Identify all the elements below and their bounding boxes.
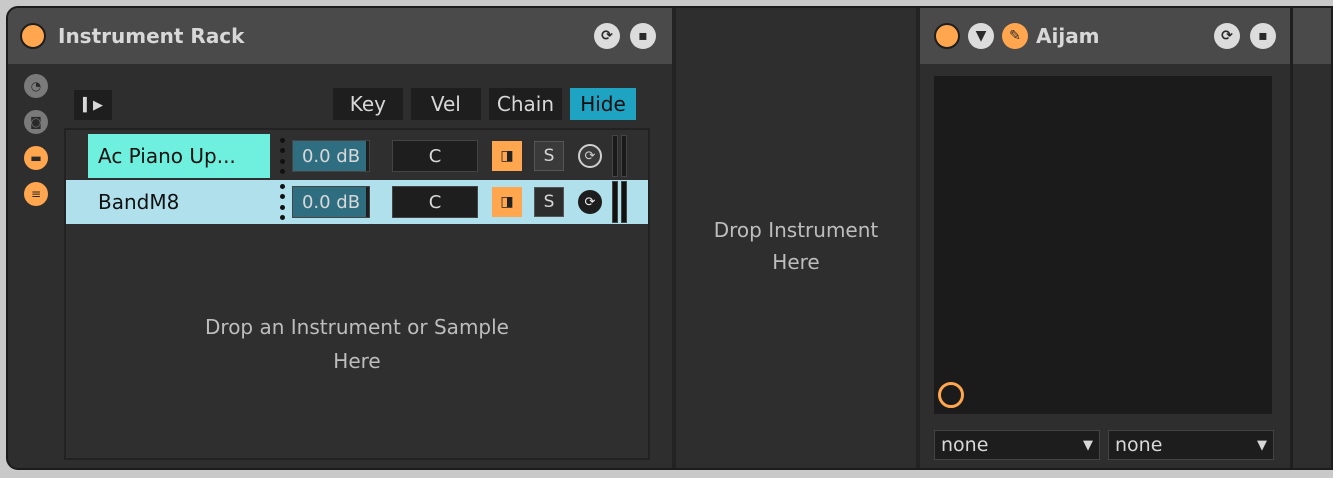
- rack-side-controls: ◔ ◙ ▬ ≡: [22, 68, 54, 218]
- aijam-title: Aijam: [1036, 24, 1100, 48]
- chain-name[interactable]: BandM8: [88, 180, 270, 224]
- save-icon[interactable]: ▪: [630, 23, 656, 49]
- chain-row[interactable]: Ac Piano Up... 0.0 dB C ◨ S ⟳: [66, 134, 648, 178]
- zone-toggle-group: Key Vel Chain Hide: [332, 88, 636, 120]
- chain-list-toggle-icon[interactable]: ▬: [24, 146, 48, 170]
- snapshot-icon[interactable]: ◙: [24, 110, 48, 134]
- speaker-icon[interactable]: ◨: [492, 141, 522, 171]
- solo-button[interactable]: S: [534, 187, 564, 217]
- drop-text-line: Here: [333, 349, 381, 373]
- chain-hot-swap-icon[interactable]: ⟳: [578, 190, 602, 214]
- wrench-icon[interactable]: ✎: [1002, 23, 1028, 49]
- rack-power-button[interactable]: [20, 23, 46, 49]
- drop-text-line: Here: [772, 250, 820, 274]
- solo-button[interactable]: S: [534, 141, 564, 171]
- volume-value: 0.0 dB: [301, 191, 361, 213]
- dropdown-value: none: [941, 434, 989, 456]
- rack-title: Instrument Rack: [58, 24, 245, 48]
- drop-text-line: Drop Instrument: [713, 218, 879, 242]
- aijam-power-button[interactable]: [934, 23, 960, 49]
- chain-volume[interactable]: 0.0 dB: [292, 186, 370, 218]
- aijam-body: none ▼ none ▼: [920, 64, 1290, 468]
- chain-list: Ac Piano Up... 0.0 dB C ◨ S ⟳ BandM8 0.0…: [64, 128, 650, 460]
- rack-drop-zone[interactable]: Drop an Instrument or Sample Here: [66, 310, 648, 378]
- hot-swap-icon[interactable]: ⟳: [594, 23, 620, 49]
- instrument-drop-zone[interactable]: Drop Instrument Here: [672, 8, 920, 468]
- velocity-zone-toggle[interactable]: Vel: [410, 88, 481, 120]
- empty-device-slot[interactable]: [1290, 8, 1331, 468]
- dropdown-value: none: [1115, 434, 1163, 456]
- chain-name[interactable]: Ac Piano Up...: [88, 134, 270, 178]
- chain-select-toggle[interactable]: Chain: [488, 88, 562, 120]
- fold-arrow-icon[interactable]: ▼: [968, 23, 994, 49]
- save-icon[interactable]: ▪: [1250, 23, 1276, 49]
- auto-select-button[interactable]: ▍▶: [74, 90, 112, 120]
- hide-toggle[interactable]: Hide: [570, 88, 636, 120]
- chain-hot-swap-icon[interactable]: ⟳: [578, 144, 602, 168]
- macro-toggle-icon[interactable]: ◔: [24, 74, 48, 98]
- level-meter: [612, 135, 627, 177]
- hot-swap-icon[interactable]: ⟳: [1214, 23, 1240, 49]
- drop-text-line: Drop an Instrument or Sample: [205, 315, 509, 339]
- level-meter: [612, 181, 627, 223]
- speaker-icon[interactable]: ◨: [492, 187, 522, 217]
- drop-instrument-text: Drop Instrument Here: [676, 214, 916, 278]
- chevron-down-icon: ▼: [1083, 437, 1093, 453]
- xy-pad[interactable]: [934, 76, 1272, 414]
- chain-toolbar: ▍▶ Key Vel Chain Hide: [74, 88, 650, 122]
- key-zone-toggle[interactable]: Key: [332, 88, 403, 120]
- chain-row[interactable]: BandM8 0.0 dB C ◨ S ⟳: [66, 180, 648, 224]
- device-list-icon[interactable]: ≡: [24, 182, 48, 206]
- volume-value: 0.0 dB: [301, 145, 361, 167]
- y-target-dropdown[interactable]: none ▼: [1108, 430, 1274, 460]
- chain-pan[interactable]: C: [392, 186, 478, 218]
- x-target-dropdown[interactable]: none ▼: [934, 430, 1100, 460]
- drag-handle-icon[interactable]: [280, 184, 286, 220]
- aijam-title-bar: ▼ ✎ Aijam ⟳ ▪: [920, 8, 1290, 64]
- rack-title-bar: Instrument Rack ⟳ ▪: [8, 8, 672, 64]
- chain-pan[interactable]: C: [392, 140, 478, 172]
- chain-volume[interactable]: 0.0 dB: [292, 140, 370, 172]
- empty-slot-header: [1293, 8, 1331, 64]
- xy-pad-handle[interactable]: [938, 382, 964, 408]
- chevron-down-icon: ▼: [1257, 437, 1267, 453]
- drag-handle-icon[interactable]: [280, 138, 286, 174]
- device-chain: Instrument Rack ⟳ ▪ ◔ ◙ ▬ ≡ ▍▶ Key Vel C…: [6, 6, 1333, 470]
